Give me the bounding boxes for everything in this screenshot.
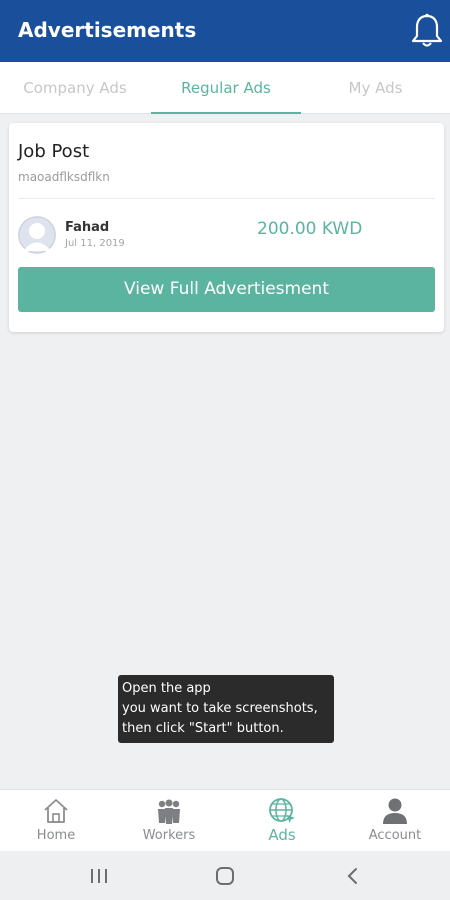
toast-line: then click "Start" button. <box>122 721 284 736</box>
author-name: Fahad <box>65 220 110 235</box>
home-icon <box>44 799 68 823</box>
app-header: Advertisements <box>0 0 450 62</box>
nav-label-account: Account <box>368 828 422 843</box>
toast-line: Open the app <box>122 681 211 696</box>
nav-item-home[interactable]: Home <box>0 790 112 852</box>
avatar-placeholder-icon <box>18 216 56 254</box>
post-date: Jul 11, 2019 <box>65 238 125 249</box>
toast-line: you want to take screenshots, <box>122 701 318 716</box>
account-icon <box>383 798 407 824</box>
system-navigation-bar <box>0 851 450 900</box>
bottom-nav: Home Workers Ads Account <box>0 789 450 851</box>
avatar <box>18 216 56 254</box>
tab-regular-ads[interactable]: Regular Ads <box>151 62 301 114</box>
workers-icon <box>158 799 180 824</box>
home-circle-icon[interactable] <box>214 865 236 887</box>
toast-message: Open the app you want to take screenshot… <box>118 675 334 743</box>
globe-icon <box>269 798 295 823</box>
view-full-advertisement-button[interactable]: View Full Advertiesment <box>18 267 435 312</box>
nav-item-workers[interactable]: Workers <box>113 790 225 852</box>
ad-description: maoadflksdflkn <box>18 170 110 184</box>
ad-title: Job Post <box>18 141 90 162</box>
nav-label-workers: Workers <box>142 828 196 843</box>
tab-company-ads[interactable]: Company Ads <box>0 62 150 114</box>
page-title: Advertisements <box>18 18 197 42</box>
ad-card: Job Post maoadflksdflkn Fahad Jul 11, 20… <box>9 123 444 332</box>
bell-icon[interactable] <box>410 12 444 50</box>
nav-item-account[interactable]: Account <box>339 790 450 852</box>
recents-icon[interactable] <box>88 865 110 887</box>
active-tab-indicator <box>151 112 301 114</box>
nav-label-ads: Ads <box>268 826 296 844</box>
ads-tabs: Company Ads Regular Ads My Ads <box>0 62 450 114</box>
nav-label-home: Home <box>36 828 76 843</box>
tab-my-ads[interactable]: My Ads <box>301 62 450 114</box>
ad-price: 200.00 KWD <box>257 219 363 239</box>
nav-item-ads[interactable]: Ads <box>226 790 338 852</box>
back-icon[interactable] <box>342 865 364 887</box>
card-divider <box>18 198 435 199</box>
